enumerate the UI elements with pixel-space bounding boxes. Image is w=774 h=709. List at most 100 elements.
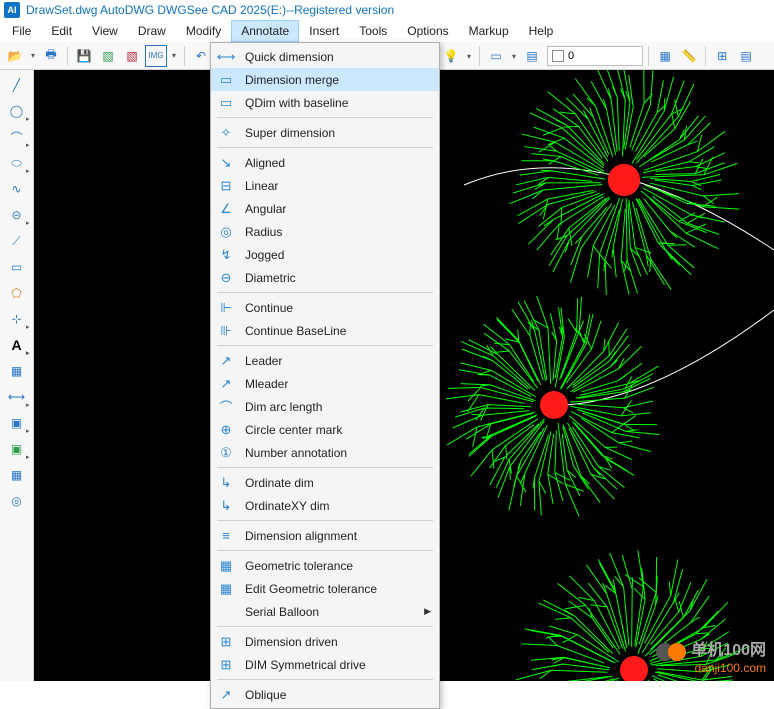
print-icon[interactable]: 🖶 — [40, 45, 62, 67]
menu-item-label: QDim with baseline — [245, 96, 348, 110]
menu-item-icon: ⊪ — [217, 322, 235, 340]
menu-item-circle-center-mark[interactable]: ⊕Circle center mark — [211, 418, 439, 441]
export-img-icon[interactable]: IMG — [145, 45, 167, 67]
menu-insert[interactable]: Insert — [299, 20, 349, 42]
watermark-text-1: 单机100网 — [691, 642, 766, 659]
menu-separator — [217, 292, 433, 293]
menu-item-qdim-with-baseline[interactable]: ▭ QDim with baseline — [211, 91, 439, 114]
menu-item-icon: ⊟ — [217, 177, 235, 195]
rect-tool-icon[interactable]: ▭ — [6, 256, 28, 278]
menu-item-label: Radius — [245, 225, 282, 239]
text-tool-icon[interactable]: A▸ — [6, 334, 28, 356]
menu-item-radius[interactable]: ◎ Radius — [211, 220, 439, 243]
menu-options[interactable]: Options — [397, 20, 458, 42]
menu-item-oblique[interactable]: ↗Oblique — [211, 683, 439, 706]
measure-icon[interactable]: 📏 — [678, 45, 700, 67]
menu-tools[interactable]: Tools — [349, 20, 397, 42]
menu-item-geometric-tolerance[interactable]: ▦Geometric tolerance — [211, 554, 439, 577]
menu-item-dimension-merge[interactable]: ▭Dimension merge — [211, 68, 439, 91]
menu-item-icon — [217, 603, 235, 621]
left-toolbar: ╱ ◯▸ ⌒▸ ⬭▸ ∿ ⊝▸ ⟋ ▭ ⬠ ⊹▸ A▸ ▦ ⟷▸ ▣▸ ▣▸ ▦… — [0, 70, 34, 681]
menu-item-icon: ∠ — [217, 200, 235, 218]
menu-item-label: Edit Geometric tolerance — [245, 582, 377, 596]
menu-item-label: Quick dimension — [245, 50, 334, 64]
point-tool-icon[interactable]: ⊹▸ — [6, 308, 28, 330]
menu-markup[interactable]: Markup — [459, 20, 519, 42]
menu-item-icon: ⊩ — [217, 299, 235, 317]
menu-item-continue[interactable]: ⊩Continue — [211, 296, 439, 319]
menu-item-dim-arc-length[interactable]: ⌒Dim arc length — [211, 395, 439, 418]
menu-item-icon: ▭ — [217, 94, 235, 112]
menu-item-jogged[interactable]: ↯Jogged — [211, 243, 439, 266]
menu-item-label: Continue BaseLine — [245, 324, 346, 338]
menu-item-mleader[interactable]: ↗Mleader — [211, 372, 439, 395]
export-pdf-icon[interactable]: ▧ — [121, 45, 143, 67]
menu-item-dimension-driven[interactable]: ⊞Dimension driven — [211, 630, 439, 653]
region-tool-icon[interactable]: ◎ — [6, 490, 28, 512]
save-icon[interactable]: 💾 — [73, 45, 95, 67]
window-icon[interactable]: ⊞ — [711, 45, 733, 67]
ellipse-tool-icon[interactable]: ⬭▸ — [6, 152, 28, 174]
menu-item-angular[interactable]: ∠ Angular — [211, 197, 439, 220]
menu-item-icon: ▦ — [217, 580, 235, 598]
menu-item-ordinatexy-dim[interactable]: ↳OrdinateXY dim — [211, 494, 439, 517]
print-area-dropdown[interactable]: ▾ — [509, 52, 519, 61]
menu-file[interactable]: File — [2, 20, 41, 42]
dim-tool-icon[interactable]: ⟷▸ — [6, 386, 28, 408]
line-tool-icon[interactable]: ╱ — [6, 74, 28, 96]
layer-combo[interactable]: 0 — [547, 46, 643, 66]
menu-help[interactable]: Help — [519, 20, 564, 42]
lamp-dropdown[interactable]: ▾ — [464, 52, 474, 61]
menu-item-label: Dimension driven — [245, 635, 338, 649]
polygon-tool-icon[interactable]: ⬠ — [6, 282, 28, 304]
menu-view[interactable]: View — [82, 20, 128, 42]
color-icon[interactable]: ▦ — [654, 45, 676, 67]
block-tool-icon[interactable]: ▣▸ — [6, 412, 28, 434]
menu-modify[interactable]: Modify — [176, 20, 231, 42]
menu-item-icon: ↯ — [217, 246, 235, 264]
menu-item-dimension-alignment[interactable]: ≡Dimension alignment — [211, 524, 439, 547]
menu-item-linear[interactable]: ⊟Linear — [211, 174, 439, 197]
lamp-icon[interactable]: 💡 — [440, 45, 462, 67]
export-dwg-icon[interactable]: ▧ — [97, 45, 119, 67]
menu-separator — [217, 117, 433, 118]
divide-tool-icon[interactable]: ⊝▸ — [6, 204, 28, 226]
menu-item-number-annotation[interactable]: ①Number annotation — [211, 441, 439, 464]
print-area-icon[interactable]: ▭ — [485, 45, 507, 67]
menu-item-icon: ↳ — [217, 497, 235, 515]
separator — [705, 46, 706, 66]
menu-item-quick-dimension[interactable]: ⟷Quick dimension — [211, 45, 439, 68]
arc-tool-icon[interactable]: ⌒▸ — [6, 126, 28, 148]
menu-annotate[interactable]: Annotate — [231, 20, 299, 42]
menu-item-icon: ↳ — [217, 474, 235, 492]
menu-item-dim-symmetrical-drive[interactable]: ⊞DIM Symmetrical drive — [211, 653, 439, 676]
layers-panel-icon[interactable]: ▤ — [735, 45, 757, 67]
spline-tool-icon[interactable]: ∿ — [6, 178, 28, 200]
menu-item-serial-balloon[interactable]: Serial Balloon▶ — [211, 600, 439, 623]
menu-item-icon: ▦ — [217, 557, 235, 575]
insert-tool-icon[interactable]: ▣▸ — [6, 438, 28, 460]
menu-draw[interactable]: Draw — [128, 20, 176, 42]
menu-item-leader[interactable]: ↗Leader — [211, 349, 439, 372]
menu-edit[interactable]: Edit — [41, 20, 82, 42]
open-icon[interactable]: 📂 — [4, 45, 26, 67]
menu-item-label: Angular — [245, 202, 286, 216]
menu-item-icon: ◎ — [217, 223, 235, 241]
menu-item-aligned[interactable]: ↘Aligned — [211, 151, 439, 174]
hatch-tool-icon[interactable]: ▦ — [6, 360, 28, 382]
menu-separator — [217, 345, 433, 346]
pline-tool-icon[interactable]: ⟋ — [6, 230, 28, 252]
menu-item-continue-baseline[interactable]: ⊪ Continue BaseLine — [211, 319, 439, 342]
layer-control-icon[interactable]: ▤ — [521, 45, 543, 67]
open-dropdown[interactable]: ▾ — [28, 51, 38, 60]
circle-tool-icon[interactable]: ◯▸ — [6, 100, 28, 122]
menu-item-edit-geometric-tolerance[interactable]: ▦ Edit Geometric tolerance — [211, 577, 439, 600]
export-dropdown[interactable]: ▾ — [169, 51, 179, 60]
menu-item-ordinate-dim[interactable]: ↳Ordinate dim — [211, 471, 439, 494]
menu-bar: FileEditViewDrawModifyAnnotateInsertTool… — [0, 20, 774, 42]
table-tool-icon[interactable]: ▦ — [6, 464, 28, 486]
menu-item-super-dimension[interactable]: ✧Super dimension — [211, 121, 439, 144]
menu-item-diametric[interactable]: ⊖Diametric — [211, 266, 439, 289]
menu-item-icon: ⊕ — [217, 421, 235, 439]
undo-icon[interactable]: ↶ — [190, 45, 212, 67]
